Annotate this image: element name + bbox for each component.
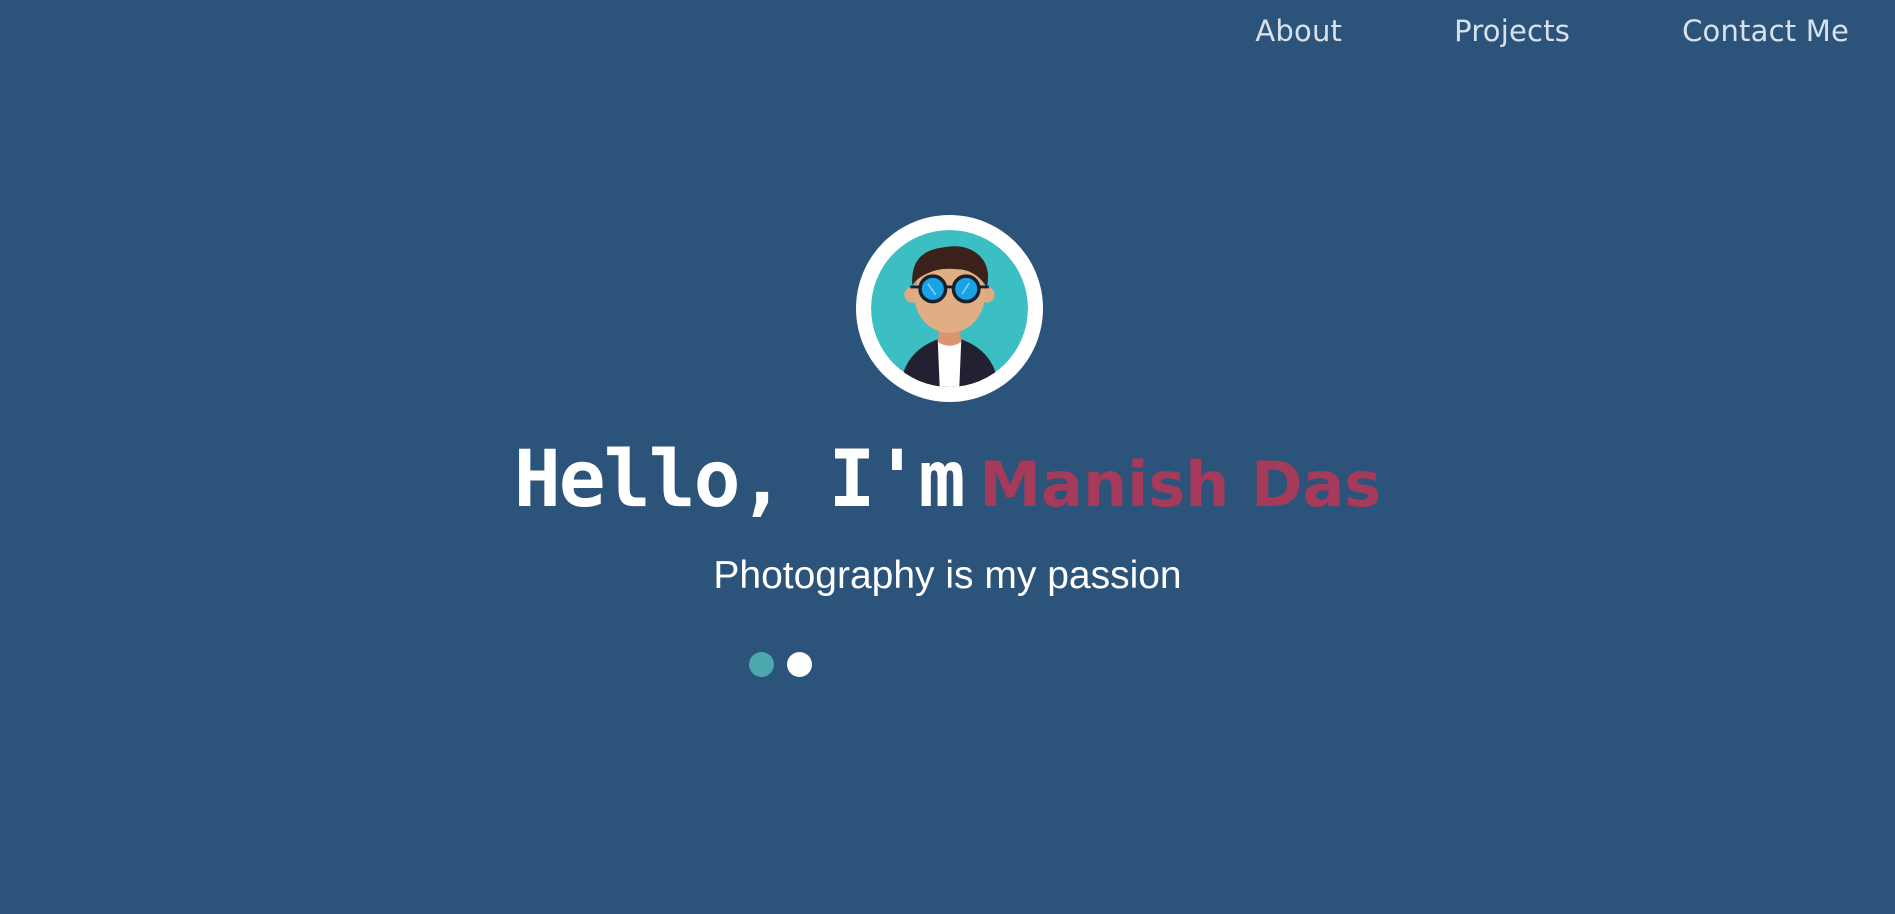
nav-link-contact-me[interactable]: Contact Me — [1682, 14, 1849, 48]
nav-link-about[interactable]: About — [1255, 14, 1342, 48]
top-nav: About Projects Contact Me — [1255, 14, 1849, 48]
hero-headline: Hello, I'm Manish Das — [0, 441, 1895, 519]
avatar — [856, 215, 1043, 402]
nav-link-projects[interactable]: Projects — [1454, 14, 1570, 48]
avatar-illustration — [871, 230, 1028, 387]
hero-tagline: Photography is my passion — [713, 554, 1182, 597]
carousel-dot-1[interactable] — [749, 652, 774, 677]
carousel-dot-2[interactable] — [787, 652, 812, 677]
hero-greeting: Hello, I'm — [513, 435, 966, 525]
carousel-dots — [749, 652, 812, 677]
hero-name: Manish Das — [979, 448, 1382, 521]
